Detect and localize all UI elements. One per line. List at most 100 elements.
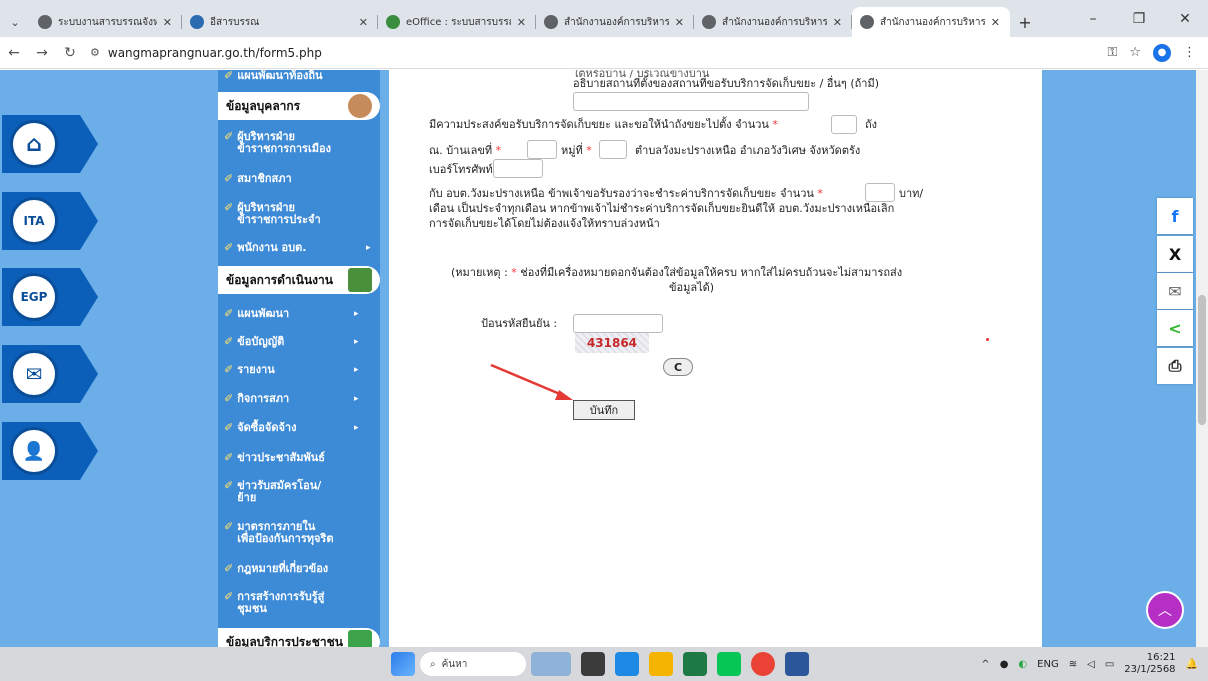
chrome-icon[interactable] bbox=[751, 652, 775, 676]
taskbar-search[interactable]: ⌕ ค้นหา bbox=[420, 652, 526, 676]
file-explorer-icon[interactable] bbox=[649, 652, 673, 676]
windows-start-icon[interactable] bbox=[391, 652, 415, 676]
captcha-label: ป้อนรหัสยืนยัน : bbox=[481, 317, 558, 330]
profile-avatar[interactable]: ● bbox=[1153, 43, 1171, 62]
widgets-icon[interactable] bbox=[531, 652, 571, 676]
battery-icon[interactable]: ▭ bbox=[1105, 659, 1114, 670]
browser-tab[interactable]: สำนักงานองค์การบริหารส่วนตำ ✕ bbox=[536, 7, 694, 37]
scroll-top-button[interactable]: ︿ bbox=[1146, 591, 1184, 629]
sidebar-item[interactable]: ✐ ข้อบัญญัติ ▸ bbox=[218, 336, 380, 348]
tab-search-chevron-icon[interactable]: ⌄ bbox=[0, 7, 30, 37]
refresh-captcha-button[interactable]: C bbox=[663, 358, 693, 376]
facebook-icon[interactable]: f bbox=[1157, 198, 1193, 234]
bin-count-input[interactable] bbox=[831, 115, 857, 134]
scrollbar-thumb[interactable] bbox=[1198, 295, 1206, 425]
home-icon: ⌂ bbox=[10, 120, 58, 168]
egp-button[interactable]: EGP bbox=[2, 266, 99, 328]
tray-app-icon[interactable]: ◐ bbox=[1018, 659, 1027, 670]
ita-button[interactable]: ITA bbox=[2, 190, 99, 252]
browser-tab[interactable]: eOffice : ระบบสารบรรณอิเล็กฯ ✕ bbox=[378, 7, 536, 37]
close-icon[interactable]: ✕ bbox=[991, 16, 1000, 29]
page-scrollbar[interactable] bbox=[1196, 70, 1208, 647]
email-icon[interactable]: ✉ bbox=[1157, 273, 1193, 309]
bin-unit-label: ถัง bbox=[865, 118, 878, 131]
password-key-icon[interactable]: ⚿ bbox=[1107, 45, 1117, 60]
pen-icon: ✐ bbox=[224, 201, 234, 214]
tab-title: สำนักงานองค์การบริหารส่วนตำ bbox=[564, 16, 669, 28]
wifi-icon[interactable]: ≋ bbox=[1069, 659, 1077, 670]
search-icon: ⌕ bbox=[430, 658, 436, 670]
volume-icon[interactable]: ◁ bbox=[1087, 659, 1095, 670]
sidebar-heading-operations: ข้อมูลการดำเนินงาน bbox=[218, 266, 380, 294]
close-icon[interactable]: ✕ bbox=[359, 16, 368, 29]
sidebar-item[interactable]: ✐ การสร้างการรับรู้สู่ ชุมชน bbox=[218, 591, 380, 615]
location-input[interactable] bbox=[573, 92, 809, 111]
close-window-button[interactable]: ✕ bbox=[1162, 0, 1208, 37]
sidebar-item[interactable]: ✐ ข่าวประชาสัมพันธ์ bbox=[218, 452, 380, 464]
submit-button[interactable]: บันทึก bbox=[573, 400, 635, 420]
clock[interactable]: 16:21 23/1/2568 bbox=[1124, 652, 1175, 676]
sidebar-item[interactable]: ✐ กิจการสภา ▸ bbox=[218, 393, 380, 405]
windows-taskbar: ⌕ ค้นหา ^ ● ◐ ENG ≋ ◁ ▭ 16:21 23/1/2568 🔔 bbox=[0, 647, 1208, 681]
share-icon[interactable]: < bbox=[1157, 310, 1193, 346]
back-button[interactable]: ← bbox=[0, 39, 28, 67]
sidebar-item[interactable]: ✐ จัดซื้อจัดจ้าง ▸ bbox=[218, 422, 380, 434]
browser-tab-active[interactable]: สำนักงานองค์การบริหารส่วนตำ ✕ bbox=[852, 7, 1010, 37]
x-icon[interactable]: X bbox=[1157, 236, 1193, 272]
captcha-image: 431864 bbox=[575, 333, 649, 353]
close-icon[interactable]: ✕ bbox=[833, 16, 842, 29]
pen-icon: ✐ bbox=[224, 335, 234, 348]
chevron-right-icon: ▸ bbox=[366, 243, 371, 253]
user-button[interactable]: 👤 bbox=[2, 420, 99, 482]
bookmark-star-icon[interactable]: ☆ bbox=[1129, 45, 1141, 60]
tray-chevron-icon[interactable]: ^ bbox=[981, 659, 989, 670]
new-tab-button[interactable]: + bbox=[1010, 7, 1040, 37]
task-view-icon[interactable] bbox=[581, 652, 605, 676]
sidebar-item[interactable]: ✐ มาตรการภายใน เพื่อป้องกันการทุจริต bbox=[218, 521, 380, 545]
chart-icon bbox=[348, 630, 372, 647]
notification-bell-icon[interactable]: 🔔 bbox=[1186, 659, 1198, 670]
restore-button[interactable]: ❐ bbox=[1116, 0, 1162, 37]
close-icon[interactable]: ✕ bbox=[517, 16, 526, 29]
print-icon[interactable]: ⎙ bbox=[1157, 348, 1193, 384]
browser-tab[interactable]: อีสารบรรณ ✕ bbox=[182, 7, 378, 37]
village-input[interactable] bbox=[599, 140, 627, 159]
edge-icon[interactable] bbox=[615, 652, 639, 676]
phone-input[interactable] bbox=[493, 159, 543, 178]
browser-tab[interactable]: ระบบงานสารบรรณจังหวัดตรัง ✕ bbox=[30, 7, 182, 37]
sidebar-item[interactable]: ✐ รายงาน ▸ bbox=[218, 364, 380, 376]
pen-icon: ✐ bbox=[224, 562, 234, 575]
sidebar-item[interactable]: ✐ กฎหมายที่เกี่ยวข้อง bbox=[218, 563, 380, 575]
site-info-icon[interactable]: ⚙ bbox=[90, 46, 100, 59]
forward-button[interactable]: → bbox=[28, 39, 56, 67]
chevron-right-icon: ▸ bbox=[354, 365, 359, 375]
house-number-input[interactable] bbox=[527, 140, 557, 159]
books-icon bbox=[348, 268, 372, 292]
home-button[interactable]: ⌂ bbox=[2, 113, 99, 175]
sidebar-item[interactable]: ✐ สมาชิกสภา bbox=[218, 173, 380, 185]
captcha-input[interactable] bbox=[573, 314, 663, 333]
sidebar-item[interactable]: ✐ ข่าวรับสมัครโอน/ ย้าย bbox=[218, 480, 380, 504]
excel-icon[interactable] bbox=[683, 652, 707, 676]
tray-app-icon[interactable]: ● bbox=[1000, 659, 1009, 670]
close-icon[interactable]: ✕ bbox=[675, 16, 684, 29]
sidebar-item[interactable]: ✐ พนักงาน อบต. ▸ bbox=[218, 242, 380, 254]
fee-input[interactable] bbox=[865, 183, 895, 202]
close-icon[interactable]: ✕ bbox=[163, 16, 172, 29]
minimize-button[interactable]: – bbox=[1070, 0, 1116, 37]
omnibox[interactable]: ⚙ wangmaprangnuar.go.th/form5.php bbox=[90, 46, 322, 60]
menu-icon[interactable]: ⋮ bbox=[1183, 45, 1196, 60]
sidebar-item[interactable]: ✐ ผู้บริหารฝ่าย ข้าราชการประจำ bbox=[218, 202, 380, 226]
sidebar-item[interactable]: ✐ ผู้บริหารฝ่าย ข้าราชการการเมือง bbox=[218, 131, 380, 155]
chevron-right-icon: ▸ bbox=[354, 337, 359, 347]
sidebar-item-cut[interactable]: ✐ แผนพัฒนาท้องถิ่น bbox=[218, 70, 380, 82]
mail-button[interactable]: ✉ bbox=[2, 343, 99, 405]
word-icon[interactable] bbox=[785, 652, 809, 676]
reload-button[interactable]: ↻ bbox=[56, 39, 84, 67]
pen-icon: ✐ bbox=[224, 392, 234, 405]
line-icon[interactable] bbox=[717, 652, 741, 676]
sidebar-item[interactable]: ✐ แผนพัฒนา ▸ bbox=[218, 308, 380, 320]
browser-tab[interactable]: สำนักงานองค์การบริหารส่วนตำ ✕ bbox=[694, 7, 852, 37]
sidebar-menu: ✐ แผนพัฒนาท้องถิ่น ข้อมูลบุคลากร ✐ ผู้บริห… bbox=[218, 70, 380, 647]
language-indicator[interactable]: ENG bbox=[1037, 659, 1059, 670]
